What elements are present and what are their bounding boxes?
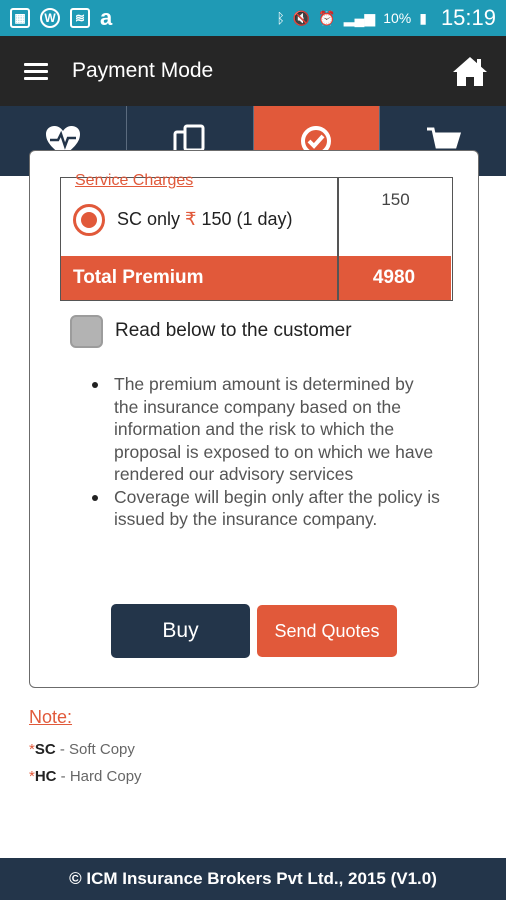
buy-button[interactable]: Buy bbox=[111, 604, 250, 658]
total-premium-value: 4980 bbox=[372, 267, 416, 288]
mute-icon: 🔇 bbox=[292, 9, 311, 26]
page-title: Payment Mode bbox=[72, 59, 214, 82]
total-premium-label: Total Premium bbox=[73, 267, 204, 288]
status-bar: ▦ W ≋ a ᛒ 🔇 ⏰ ▂▄▆ 10% ▮ 15:19 bbox=[0, 0, 506, 36]
service-charges-link[interactable]: Service Charges bbox=[75, 172, 193, 190]
disclaimer-list: The premium amount is determined by the … bbox=[90, 373, 440, 531]
battery-icon: ▮ bbox=[419, 9, 427, 26]
hamburger-menu-icon[interactable] bbox=[24, 62, 48, 80]
gallery-icon: ▦ bbox=[10, 8, 30, 28]
list-item: Coverage will begin only after the polic… bbox=[90, 486, 440, 531]
w-app-icon: W bbox=[40, 8, 60, 28]
sc-only-label: SC only ₹ 150 (1 day) bbox=[117, 209, 293, 229]
read-to-customer-checkbox[interactable] bbox=[70, 315, 103, 348]
home-icon[interactable] bbox=[450, 51, 490, 91]
alarm-icon: ⏰ bbox=[318, 9, 336, 26]
bluetooth-icon: ᛒ bbox=[276, 10, 285, 26]
sc-only-radio[interactable] bbox=[73, 204, 105, 236]
app-bar: Payment Mode bbox=[0, 36, 506, 106]
read-to-customer-label: Read below to the customer bbox=[115, 320, 352, 341]
battery-percent: 10% bbox=[383, 10, 412, 26]
premium-table: Service Charges SC only ₹ 150 (1 day) 15… bbox=[60, 172, 453, 301]
note-item-hc: *HC - Hard Copy bbox=[29, 768, 142, 785]
send-quotes-button[interactable]: Send Quotes bbox=[257, 605, 397, 657]
rupee-icon: ₹ bbox=[185, 209, 197, 229]
signal-icon: ▂▄▆ bbox=[343, 9, 376, 26]
clock: 15:19 bbox=[440, 5, 496, 30]
service-charge-value: 150 bbox=[381, 190, 410, 209]
payment-card: Service Charges SC only ₹ 150 (1 day) 15… bbox=[29, 150, 479, 688]
note-title: Note: bbox=[29, 707, 73, 727]
list-item: The premium amount is determined by the … bbox=[90, 373, 440, 486]
wifi-box-icon: ≋ bbox=[70, 8, 90, 28]
footer-copyright: © ICM Insurance Brokers Pvt Ltd., 2015 (… bbox=[0, 858, 506, 900]
amazon-icon: a bbox=[100, 5, 113, 30]
note-item-sc: *SC - Soft Copy bbox=[29, 741, 135, 758]
total-premium-row: Total Premium 4980 bbox=[61, 256, 451, 300]
